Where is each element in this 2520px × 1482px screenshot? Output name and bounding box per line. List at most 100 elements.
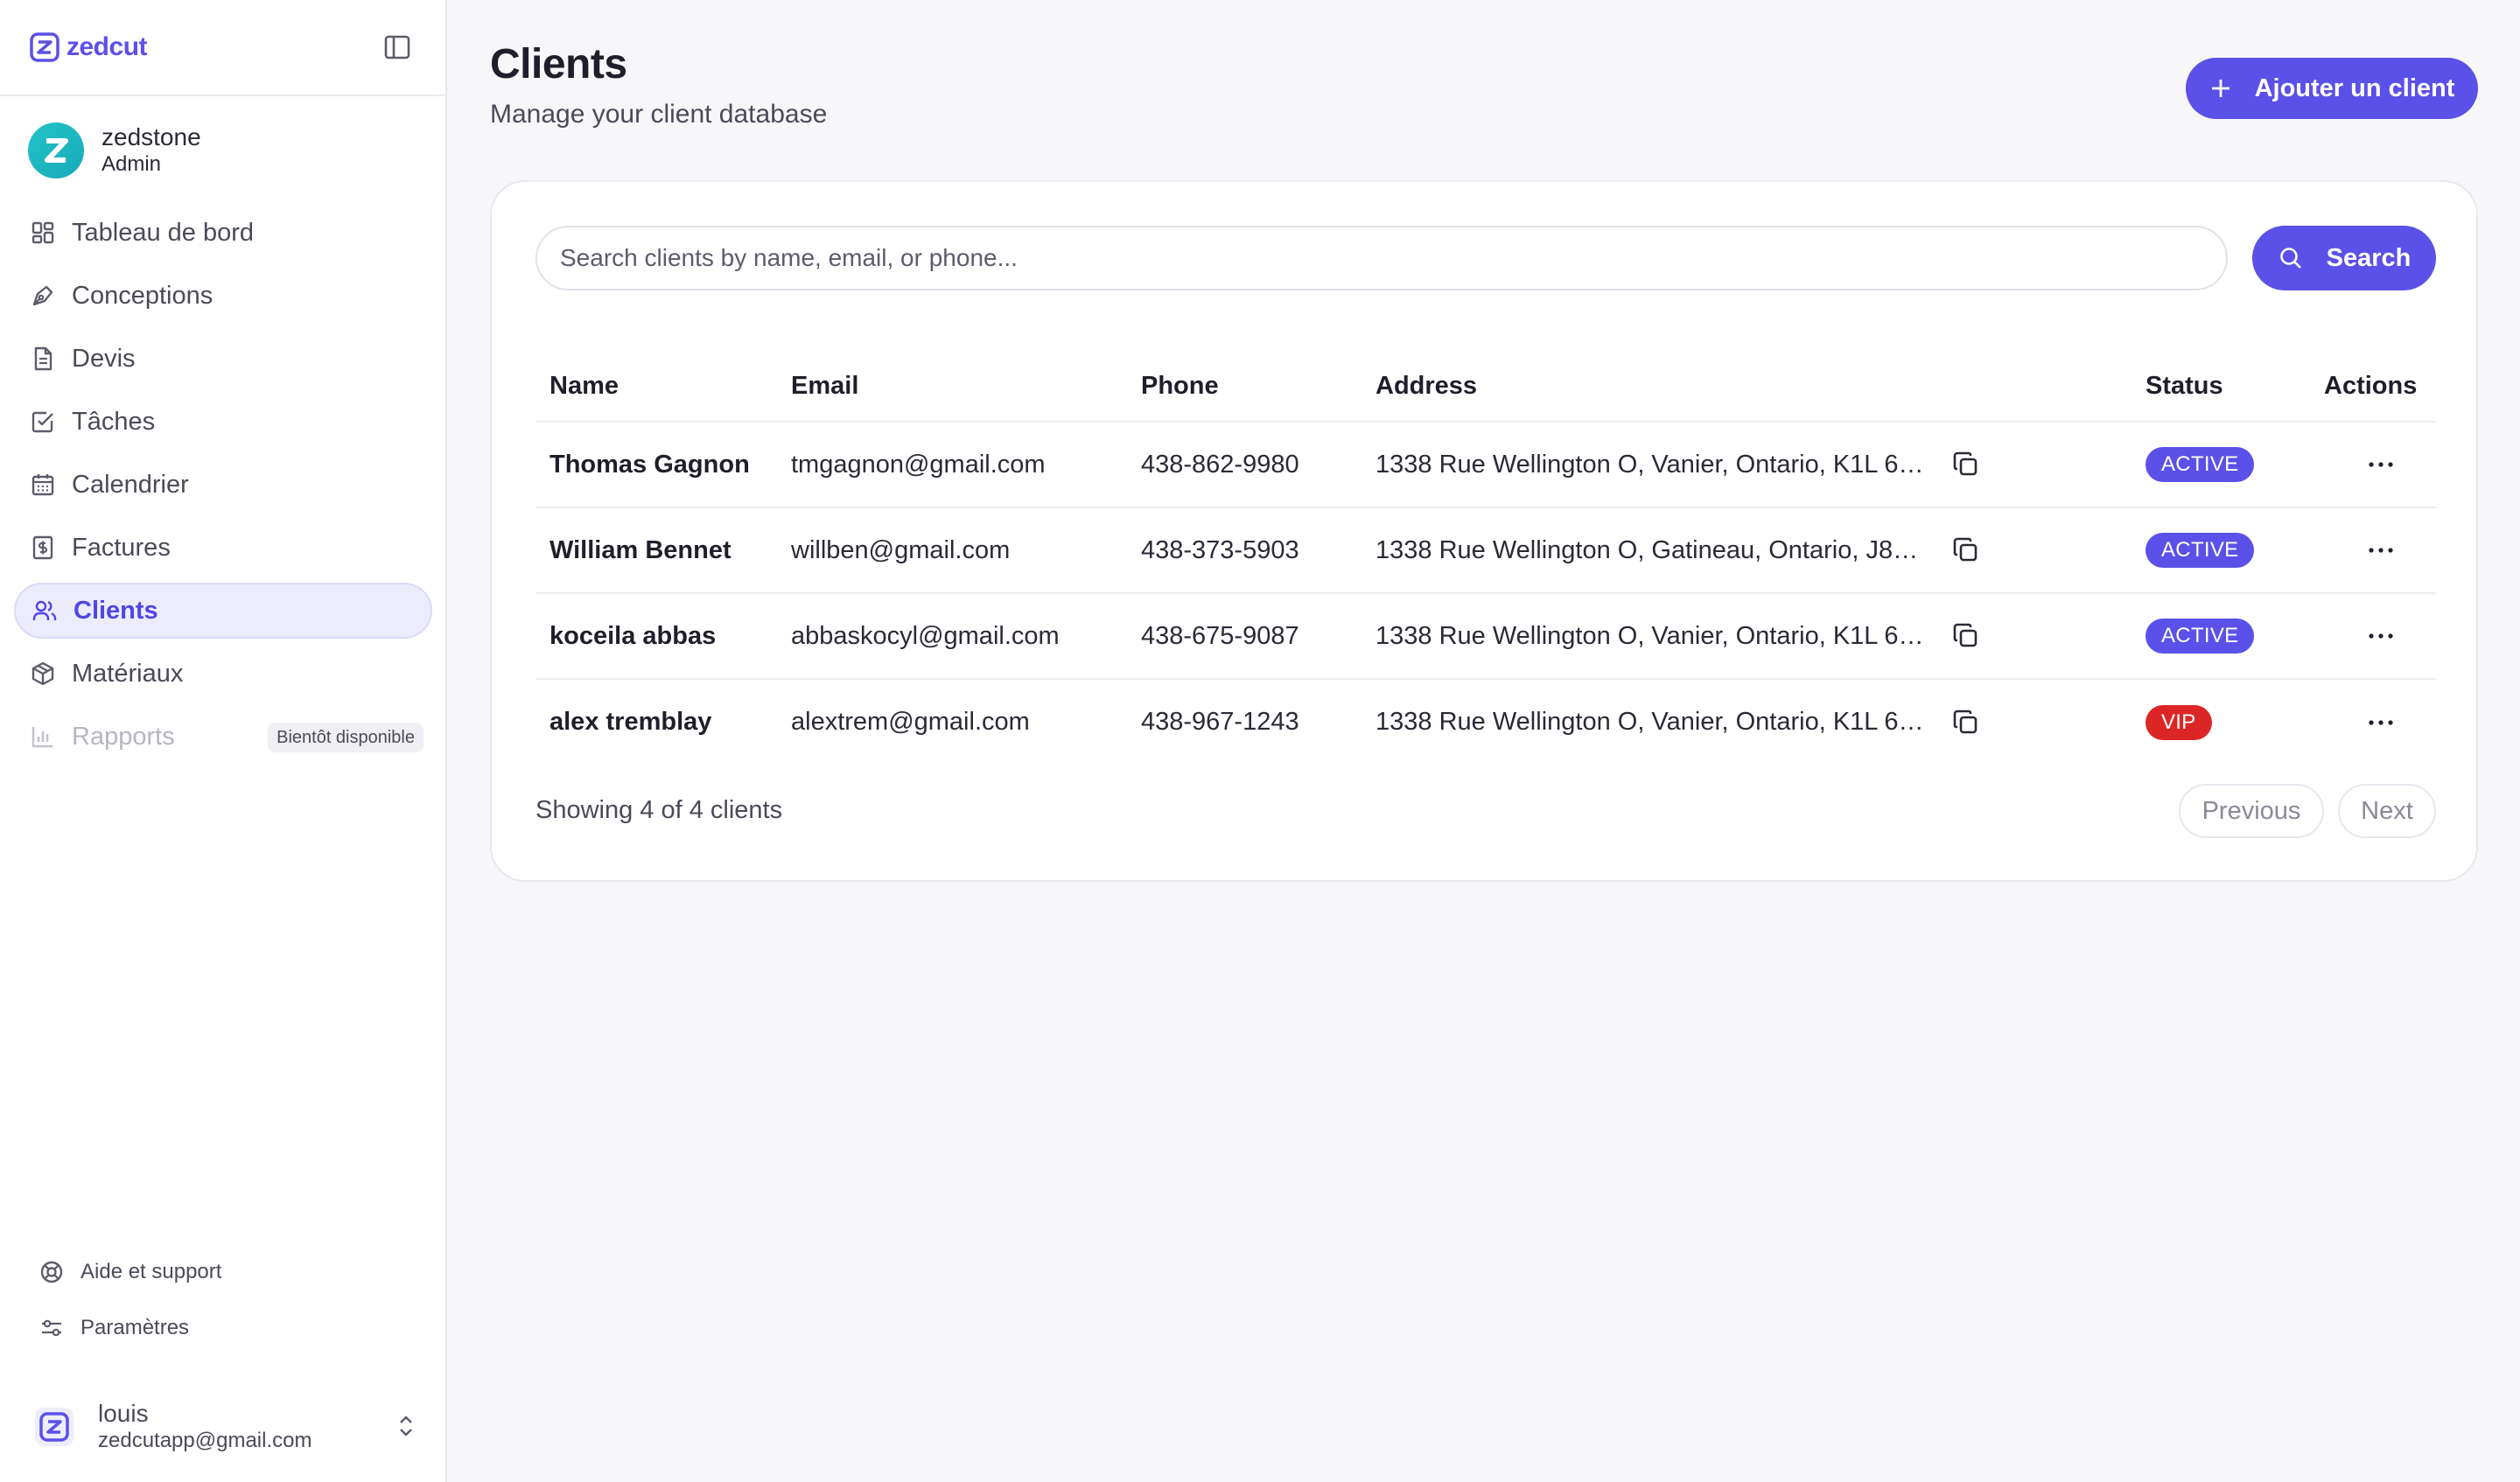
sidebar-footer-links: Aide et support Paramètres: [38, 1256, 221, 1368]
workspace-avatar: [28, 122, 84, 178]
search-input[interactable]: [536, 226, 2228, 290]
plus-icon: [2211, 80, 2230, 97]
more-horizontal-icon[interactable]: [2368, 632, 2394, 640]
more-horizontal-icon[interactable]: [2368, 718, 2394, 727]
lifebuoy-icon: [40, 1261, 63, 1283]
client-actions-cell: [2324, 422, 2436, 508]
dollar-receipt-icon: [32, 535, 53, 560]
page-title: Clients: [490, 41, 627, 87]
client-email: alextrem@gmail.com: [791, 708, 1030, 736]
box-icon: [32, 661, 54, 686]
next-page-button[interactable]: Next: [2338, 784, 2436, 838]
workspace-role: Admin: [102, 152, 162, 176]
sidebar-item-label: Tâches: [72, 407, 156, 436]
client-name: William Bennet: [536, 507, 791, 594]
client-status-cell: VIP: [2146, 679, 2324, 765]
client-address-cell: 1338 Rue Wellington O, Vanier, Ontario, …: [1376, 679, 2146, 765]
user-email: zedcutapp@gmail.com: [98, 1429, 312, 1452]
client-email: tmgagnon@gmail.com: [791, 422, 1141, 508]
sidebar-toggle-icon[interactable]: [382, 31, 413, 63]
sidebar-item-label: Calendrier: [72, 470, 189, 499]
client-address-cell: 1338 Rue Wellington O, Vanier, Ontario, …: [1376, 593, 2146, 680]
client-phone: 438-373-5903: [1141, 507, 1376, 594]
sliders-icon: [42, 1319, 61, 1337]
copy-icon[interactable]: [1951, 621, 1981, 651]
status-badge: VIP: [2146, 704, 2212, 740]
help-support-label: Aide et support: [80, 1260, 222, 1283]
help-support-link[interactable]: Aide et support: [38, 1256, 221, 1288]
sidebar-divider: [0, 94, 445, 96]
column-header-status[interactable]: Status: [2146, 345, 2324, 423]
clients-card: Search Name Email Phone Address Status A…: [490, 180, 2478, 882]
workspace-profile[interactable]: zedstone Admin: [28, 122, 201, 178]
sidebar-item-devis[interactable]: Devis: [14, 331, 432, 387]
sidebar-item-calendrier[interactable]: Calendrier: [14, 457, 432, 513]
search-button-label: Search: [2326, 243, 2412, 272]
client-actions-cell: [2324, 593, 2436, 680]
calendar-icon: [32, 474, 54, 496]
sidebar-nav: Tableau de bord Conceptions Devis Tâches…: [14, 205, 432, 772]
z-letter-icon: [45, 138, 68, 163]
clients-table: Name Email Phone Address Status Actions …: [536, 345, 2436, 765]
pen-tool-icon: [32, 285, 53, 306]
sidebar: zedcut zedstone Admin Tableau de bord Co…: [0, 0, 447, 1482]
client-actions-cell: [2324, 679, 2436, 765]
sidebar-item-clients[interactable]: Clients: [14, 583, 432, 639]
sidebar-item-label: Rapports: [72, 722, 175, 751]
client-actions-cell: [2324, 507, 2436, 594]
pagination-summary: Showing 4 of 4 clients: [536, 796, 783, 824]
user-menu[interactable]: louis zedcutapp@gmail.com: [35, 1396, 420, 1458]
copy-icon[interactable]: [1951, 535, 1981, 565]
zedcut-logo-icon: [30, 32, 60, 62]
client-phone: 438-862-9980: [1141, 422, 1376, 508]
check-square-icon: [32, 411, 53, 433]
sidebar-item-label: Matériaux: [72, 659, 184, 688]
add-client-button[interactable]: Ajouter un client: [2186, 58, 2478, 119]
zedcut-logo-icon: [39, 1412, 69, 1442]
previous-page-button[interactable]: Previous: [2179, 784, 2324, 838]
table-row[interactable]: alex tremblay alextrem@gmail.com 438-967…: [536, 679, 2436, 765]
client-address: 1338 Rue Wellington O, Vanier, Ontario, …: [1376, 708, 1927, 736]
client-address-cell: 1338 Rue Wellington O, Vanier, Ontario, …: [1376, 422, 2146, 508]
workspace-name: zedstone: [102, 123, 201, 150]
column-header-address[interactable]: Address: [1376, 345, 2146, 423]
coming-soon-badge: Bientôt disponible: [268, 723, 424, 752]
sidebar-item-conceptions[interactable]: Conceptions: [14, 268, 432, 324]
column-header-email[interactable]: Email: [791, 345, 1141, 423]
settings-label: Paramètres: [80, 1316, 190, 1339]
client-name: koceila abbas: [536, 593, 791, 680]
table-header-row: Name Email Phone Address Status Actions: [536, 345, 2436, 423]
brand-logo[interactable]: zedcut: [30, 30, 148, 65]
search-button[interactable]: Search: [2252, 226, 2436, 290]
column-header-phone[interactable]: Phone: [1141, 345, 1376, 423]
column-header-name[interactable]: Name: [536, 345, 791, 423]
client-address: 1338 Rue Wellington O, Vanier, Ontario, …: [1376, 450, 1927, 479]
sidebar-item-taches[interactable]: Tâches: [14, 394, 432, 450]
bar-chart-icon: [32, 727, 52, 748]
status-badge: ACTIVE: [2146, 533, 2255, 568]
status-badge: ACTIVE: [2146, 619, 2255, 654]
add-client-label: Ajouter un client: [2254, 73, 2455, 102]
sidebar-item-label: Clients: [74, 596, 158, 625]
more-horizontal-icon[interactable]: [2368, 460, 2394, 469]
file-text-icon: [34, 346, 52, 371]
table-row[interactable]: Thomas Gagnon tmgagnon@gmail.com 438-862…: [536, 422, 2436, 508]
copy-icon[interactable]: [1951, 708, 1981, 738]
sidebar-item-factures[interactable]: Factures: [14, 520, 432, 576]
table-row[interactable]: koceila abbas abbaskocyl@gmail.com 438-6…: [536, 593, 2436, 680]
more-horizontal-icon[interactable]: [2368, 546, 2394, 555]
sidebar-item-dashboard[interactable]: Tableau de bord: [14, 205, 432, 261]
sidebar-item-materiaux[interactable]: Matériaux: [14, 646, 432, 702]
table-row[interactable]: William Bennet willben@gmail.com 438-373…: [536, 507, 2436, 594]
client-email: abbaskocyl@gmail.com: [791, 593, 1141, 680]
client-status-cell: ACTIVE: [2146, 593, 2324, 680]
users-icon: [32, 600, 57, 620]
sidebar-item-rapports: Rapports Bientôt disponible: [14, 709, 432, 765]
client-phone: 438-967-1243: [1141, 708, 1299, 736]
client-phone: 438-675-9087: [1141, 593, 1376, 680]
settings-link[interactable]: Paramètres: [38, 1312, 221, 1344]
copy-icon[interactable]: [1951, 450, 1981, 479]
brand-name: zedcut: [66, 32, 148, 61]
column-header-actions: Actions: [2324, 345, 2436, 423]
sidebar-item-label: Devis: [72, 344, 136, 373]
